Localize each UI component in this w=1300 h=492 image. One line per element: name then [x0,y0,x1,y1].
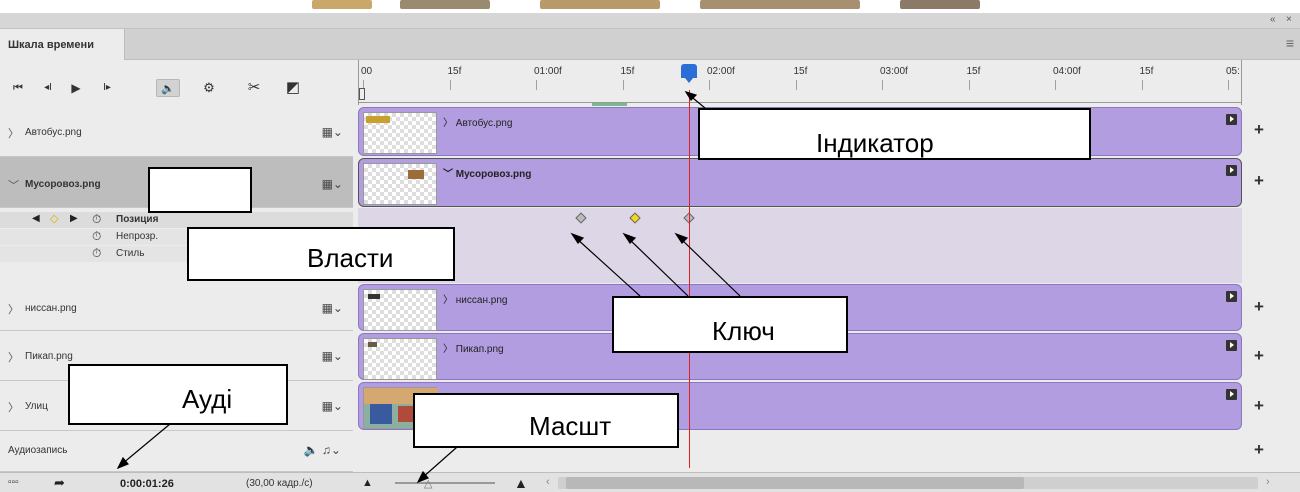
arrow-key-2 [627,237,689,297]
arrow-key-3 [679,237,741,297]
annotation-key-text: Ключ [712,316,775,346]
annotation-audio: Аудi [68,364,288,425]
arrow-audio [121,423,171,465]
annotation-properties: Власти [187,227,455,281]
annotation-blank-box [148,167,252,213]
annotation-indicator: Індикатор [698,108,1091,160]
annotation-indicator-text: Індикатор [816,128,934,158]
annotation-properties-text: Власти [307,243,394,273]
arrow-key-1 [575,237,641,297]
annotation-audio-text: Аудi [182,384,233,414]
annotation-scale-text: Масшт [529,411,612,441]
annotation-key: Ключ [612,296,848,353]
annotation-scale: Масшт [413,393,679,448]
